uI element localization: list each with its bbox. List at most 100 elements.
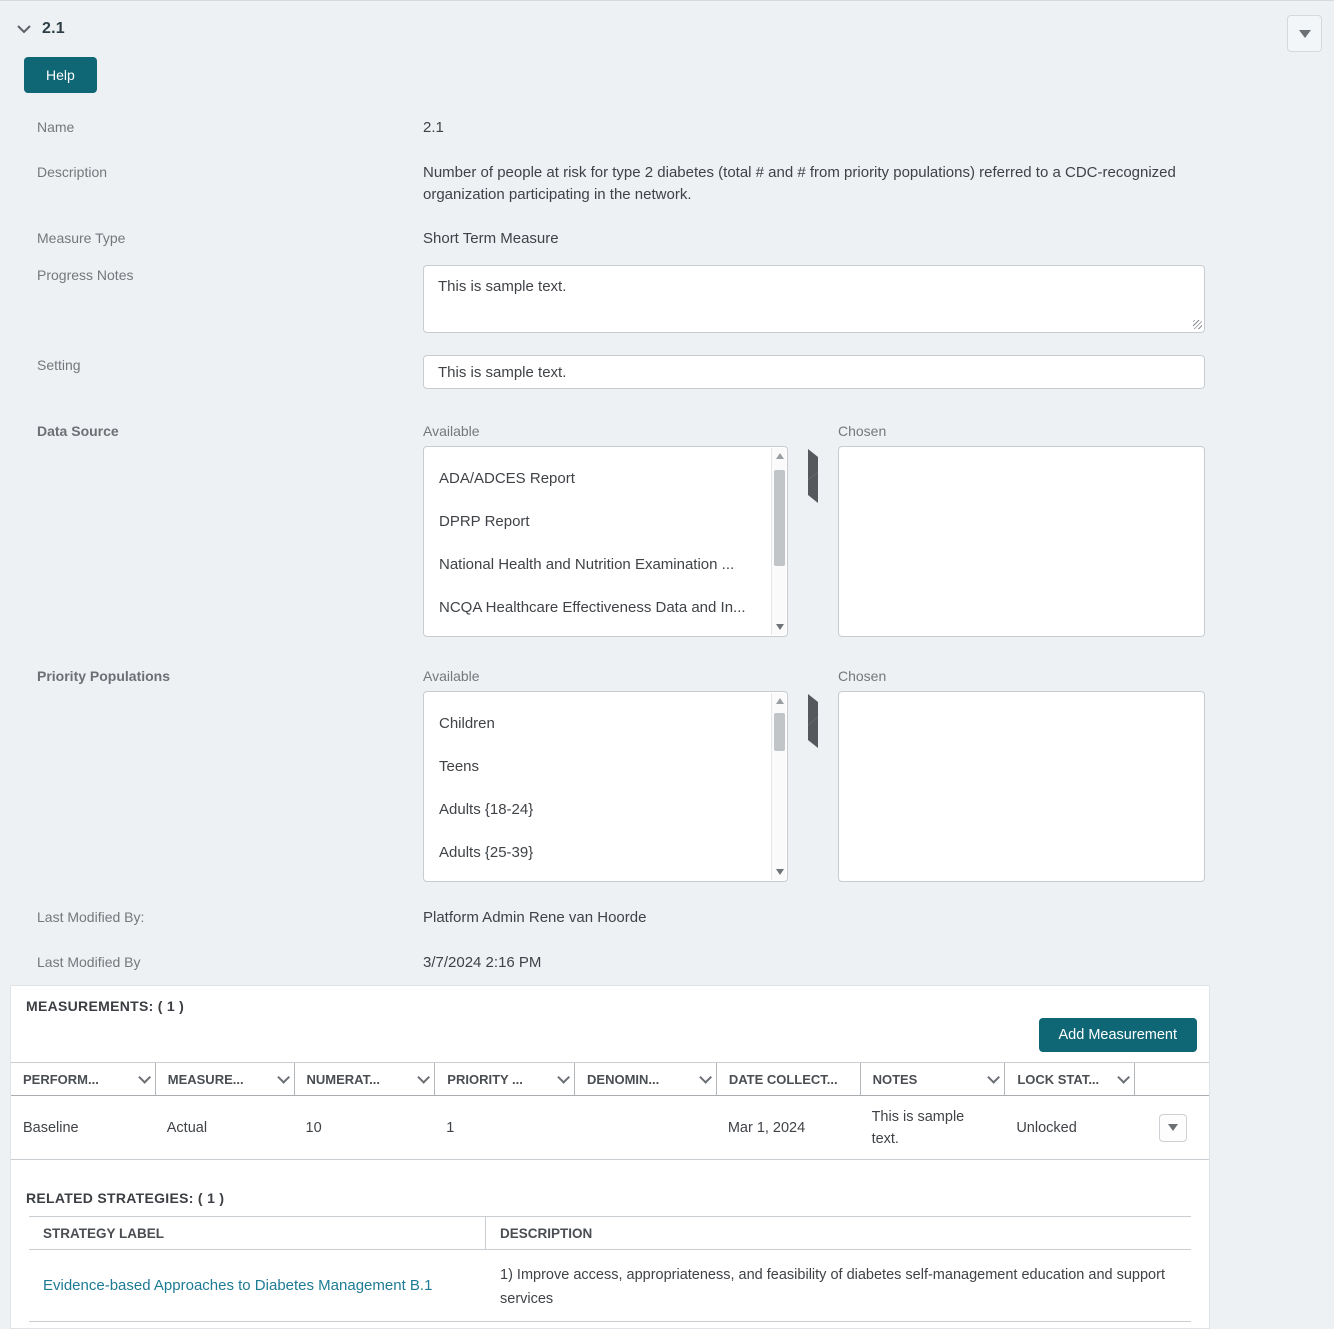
cell-performance: Baseline [11, 1109, 155, 1147]
scrollbar[interactable] [771, 693, 786, 880]
measure-detail-panel: 2.1 Help Name 2.1 Description Number of … [0, 1, 1334, 1323]
column-header-measure[interactable]: MEASURE... [155, 1063, 294, 1095]
chosen-label: Chosen [838, 421, 1205, 442]
cell-notes: This is sample text. [860, 1098, 1005, 1158]
chevron-down-icon [699, 1071, 712, 1084]
column-header-priority[interactable]: PRIORITY ... [434, 1063, 574, 1095]
measurements-title: MEASUREMENTS: ( 1 ) [11, 994, 1209, 1014]
column-header-actions [1134, 1063, 1209, 1095]
related-strategies-header: STRATEGY LABEL DESCRIPTION [29, 1217, 1191, 1250]
cell-priority: 1 [434, 1109, 574, 1147]
description-value: Number of people at risk for type 2 diab… [423, 162, 1205, 206]
priority-populations-row: Priority Populations Available Children … [37, 666, 1205, 882]
data-source-label: Data Source [37, 421, 423, 439]
collapse-section-toggle[interactable] [14, 24, 32, 34]
description-label: Description [37, 162, 423, 180]
list-item[interactable]: DPRP Report [424, 500, 787, 543]
strategy-link[interactable]: Evidence-based Approaches to Diabetes Ma… [43, 1274, 432, 1298]
last-modified-date-label: Last Modified By [37, 952, 423, 970]
setting-label: Setting [37, 355, 423, 373]
list-item[interactable]: Teens [424, 745, 787, 788]
data-source-available-listbox[interactable]: ADA/ADCES Report DPRP Report National He… [423, 446, 788, 637]
scrollbar[interactable] [771, 448, 786, 635]
list-item[interactable]: NCQA Healthcare Effectiveness Data and I… [424, 586, 787, 629]
scrollbar-up-icon[interactable] [772, 693, 787, 709]
priority-populations-available-listbox[interactable]: Children Teens Adults {18-24} Adults {25… [423, 691, 788, 882]
progress-notes-row: Progress Notes This is sample text. [37, 265, 1205, 333]
strategy-description: 1) Improve access, appropriateness, and … [486, 1250, 1191, 1321]
available-label: Available [423, 421, 788, 442]
last-modified-by-label: Last Modified By: [37, 907, 423, 925]
cell-measure: Actual [155, 1109, 294, 1147]
page-title: 2.1 [42, 20, 65, 38]
measure-type-value: Short Term Measure [423, 228, 1205, 249]
cell-lock-status: Unlocked [1004, 1109, 1134, 1147]
column-header-notes[interactable]: NOTES [860, 1063, 1005, 1095]
caret-down-icon [1168, 1124, 1178, 1131]
measurements-table: PERFORM... MEASURE... NUMERAT... PRIORIT… [11, 1062, 1209, 1160]
measure-type-row: Measure Type Short Term Measure [37, 228, 1205, 249]
scrollbar-thumb[interactable] [774, 470, 785, 566]
column-header-date-collected[interactable]: DATE COLLECT... [716, 1063, 860, 1095]
chosen-label: Chosen [838, 666, 1205, 687]
related-strategies-table: STRATEGY LABEL DESCRIPTION Evidence-base… [29, 1216, 1191, 1322]
list-item[interactable]: ADA/ADCES Report [424, 457, 787, 500]
column-header-numerator[interactable]: NUMERAT... [294, 1063, 435, 1095]
row-actions-dropdown-button[interactable] [1159, 1114, 1187, 1142]
column-header-performance[interactable]: PERFORM... [11, 1063, 155, 1095]
cell-denominator [574, 1120, 716, 1136]
measurements-table-header: PERFORM... MEASURE... NUMERAT... PRIORIT… [11, 1062, 1209, 1096]
arrow-left-icon [808, 472, 818, 503]
panel-collapse-button[interactable] [1287, 15, 1322, 52]
cell-date-collected: Mar 1, 2024 [716, 1109, 860, 1147]
list-item[interactable]: Adults {18-24} [424, 788, 787, 831]
list-item[interactable]: Adults {25-39} [424, 831, 787, 874]
measurements-card: MEASUREMENTS: ( 1 ) Add Measurement PERF… [10, 985, 1210, 1329]
priority-populations-chosen-listbox[interactable] [838, 691, 1205, 882]
name-label: Name [37, 117, 423, 135]
table-row: Baseline Actual 10 1 Mar 1, 2024 This is… [11, 1096, 1209, 1160]
last-modified-by-value: Platform Admin Rene van Hoorde [423, 907, 1205, 928]
related-strategies-title: RELATED STRATEGIES: ( 1 ) [11, 1160, 1209, 1206]
arrow-left-icon [808, 717, 818, 748]
measure-type-label: Measure Type [37, 228, 423, 246]
column-header-lock-status[interactable]: LOCK STAT... [1004, 1063, 1134, 1095]
progress-notes-textarea[interactable]: This is sample text. [423, 265, 1205, 333]
available-label: Available [423, 666, 788, 687]
last-modified-date-row: Last Modified By 3/7/2024 2:16 PM [37, 952, 1205, 973]
priority-populations-label: Priority Populations [37, 666, 423, 684]
chevron-down-icon [418, 1071, 431, 1084]
progress-notes-label: Progress Notes [37, 265, 423, 283]
chevron-down-icon [277, 1071, 290, 1084]
last-modified-date-value: 3/7/2024 2:16 PM [423, 952, 1205, 973]
scrollbar-down-icon[interactable] [772, 864, 787, 880]
chevron-down-icon [557, 1071, 570, 1084]
move-left-button[interactable] [804, 476, 822, 499]
description-row: Description Number of people at risk for… [37, 162, 1205, 206]
chevron-down-icon [138, 1071, 151, 1084]
data-source-row: Data Source Available ADA/ADCES Report D… [37, 421, 1205, 637]
panel-header: 2.1 [0, 1, 1334, 38]
setting-input[interactable] [423, 355, 1205, 389]
column-header-strategy-label: STRATEGY LABEL [29, 1217, 486, 1249]
data-source-chosen-listbox[interactable] [838, 446, 1205, 637]
last-modified-by-row: Last Modified By: Platform Admin Rene va… [37, 907, 1205, 928]
name-row: Name 2.1 [37, 117, 1205, 138]
list-item[interactable]: Children [424, 702, 787, 745]
table-row: Evidence-based Approaches to Diabetes Ma… [29, 1250, 1191, 1322]
cell-numerator: 10 [294, 1109, 435, 1147]
move-left-button[interactable] [804, 721, 822, 744]
list-item[interactable]: National Health and Nutrition Examinatio… [424, 543, 787, 586]
measure-form: Name 2.1 Description Number of people at… [0, 117, 1334, 973]
chevron-down-icon [988, 1071, 1001, 1084]
name-value: 2.1 [423, 117, 1205, 138]
scrollbar-thumb[interactable] [774, 713, 785, 751]
chevron-down-icon [16, 24, 32, 34]
caret-down-icon [1299, 30, 1311, 38]
scrollbar-down-icon[interactable] [772, 619, 787, 635]
add-measurement-button[interactable]: Add Measurement [1039, 1018, 1197, 1052]
column-header-description: DESCRIPTION [486, 1217, 1191, 1249]
scrollbar-up-icon[interactable] [772, 448, 787, 464]
column-header-denominator[interactable]: DENOMIN... [574, 1063, 716, 1095]
help-button[interactable]: Help [24, 57, 97, 93]
